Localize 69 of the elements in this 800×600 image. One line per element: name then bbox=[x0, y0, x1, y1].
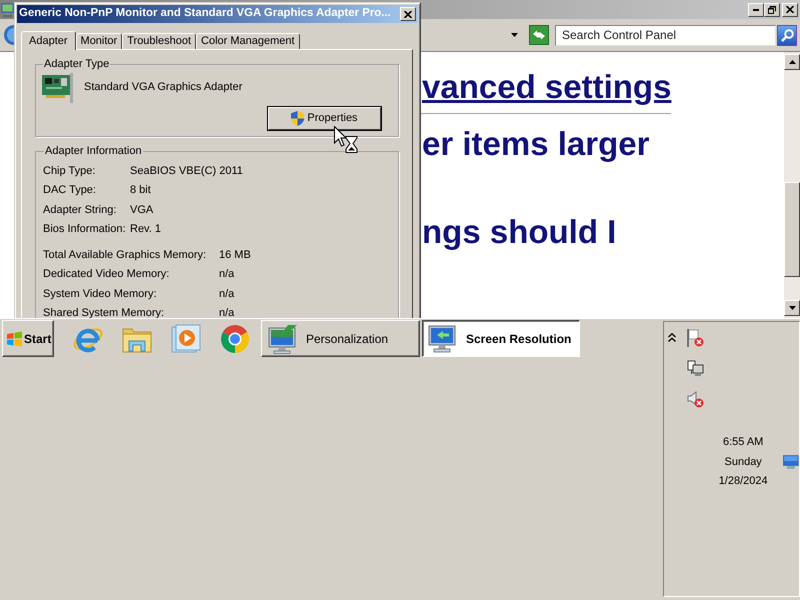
close-button[interactable] bbox=[400, 7, 416, 21]
scroll-down-button[interactable] bbox=[784, 300, 800, 316]
heading-text: er items larger bbox=[422, 127, 650, 160]
network-icon[interactable] bbox=[687, 360, 704, 377]
chrome-browser-icon[interactable] bbox=[219, 322, 251, 354]
memory-value: 16 MB bbox=[219, 248, 251, 262]
clock-time: 6:55 AM bbox=[722, 435, 764, 450]
properties-button[interactable]: Properties bbox=[268, 107, 381, 130]
media-play-icon[interactable] bbox=[170, 322, 202, 354]
info-label: Chip Type: bbox=[43, 164, 96, 178]
info-value: 8 bit bbox=[130, 183, 151, 198]
search-field[interactable]: Search Control Panel bbox=[555, 24, 776, 46]
flag-error-icon[interactable] bbox=[687, 329, 704, 347]
busy-cursor-icon bbox=[334, 126, 358, 153]
scrollbar-thumb[interactable] bbox=[784, 182, 800, 277]
memory-value: n/a bbox=[219, 267, 234, 282]
memory-value: n/a bbox=[219, 306, 234, 318]
speaker-muted-icon[interactable] bbox=[687, 391, 704, 408]
tab[interactable]: Troubleshoot bbox=[122, 33, 196, 49]
memory-label: Dedicated Video Memory: bbox=[43, 267, 170, 282]
memory-value: n/a bbox=[219, 286, 234, 302]
info-label: Bios Information: bbox=[43, 222, 126, 237]
info-value: Rev. 1 bbox=[130, 222, 161, 237]
memory-label: System Video Memory: bbox=[43, 286, 157, 302]
tab[interactable]: Adapter bbox=[21, 31, 76, 50]
desktop-icon[interactable] bbox=[783, 455, 799, 470]
minimize-button[interactable] bbox=[748, 2, 764, 16]
heading-text: ngs should I bbox=[422, 215, 616, 248]
scroll-up-button[interactable] bbox=[784, 54, 800, 70]
minimize-icon bbox=[753, 8, 759, 10]
adapter-name: Standard VGA Graphics Adapter bbox=[84, 80, 242, 95]
up-arrow-icon bbox=[788, 60, 796, 64]
dropdown-arrow-icon[interactable] bbox=[511, 33, 518, 37]
settings-link[interactable]: vanced settings bbox=[422, 70, 672, 103]
taskbar-window-button[interactable]: Personalization bbox=[261, 320, 420, 357]
tab[interactable]: Monitor bbox=[76, 33, 122, 49]
clock-date: 1/28/2024 bbox=[718, 474, 768, 489]
refresh-button[interactable] bbox=[529, 25, 549, 45]
taskbar-window-button[interactable]: Screen Resolution bbox=[422, 320, 580, 357]
window-icon bbox=[1, 2, 14, 16]
refresh-arrows-icon bbox=[532, 30, 546, 40]
close-icon bbox=[786, 6, 794, 13]
graphics-card-icon bbox=[42, 73, 74, 103]
close-button[interactable] bbox=[782, 2, 798, 16]
shield-icon bbox=[291, 111, 304, 126]
round-button-icon[interactable] bbox=[3, 25, 14, 45]
start-button[interactable]: Start bbox=[2, 320, 54, 357]
monitor-icon bbox=[428, 324, 458, 354]
close-icon bbox=[404, 10, 412, 18]
memory-label: Total Available Graphics Memory: bbox=[43, 248, 206, 262]
restore-icon bbox=[768, 6, 776, 14]
clock[interactable]: 6:55 AM Sunday 1/28/2024 bbox=[704, 433, 782, 492]
clock-day: Sunday bbox=[724, 452, 762, 472]
group-label: Adapter Information bbox=[44, 145, 143, 158]
info-label: DAC Type: bbox=[43, 183, 96, 198]
chevron-up-icon[interactable] bbox=[668, 333, 676, 342]
down-arrow-icon bbox=[788, 306, 796, 310]
info-value: VGA bbox=[130, 202, 154, 218]
monitor-brush-icon bbox=[268, 324, 298, 354]
memory-label: Shared System Memory: bbox=[43, 306, 164, 318]
info-label: Adapter String: bbox=[43, 202, 116, 218]
windows-flag-icon bbox=[6, 330, 23, 346]
group-label: Adapter Type bbox=[43, 58, 110, 71]
info-value: SeaBIOS VBE(C) 2011 bbox=[130, 164, 243, 178]
restore-button[interactable] bbox=[764, 2, 780, 16]
dialog-title: Generic Non-PnP Monitor and Standard VGA Graphics Adapter Pro... bbox=[19, 6, 391, 22]
search-button[interactable] bbox=[777, 24, 797, 46]
search-icon bbox=[780, 28, 794, 42]
tab[interactable]: Color Management bbox=[196, 33, 300, 49]
